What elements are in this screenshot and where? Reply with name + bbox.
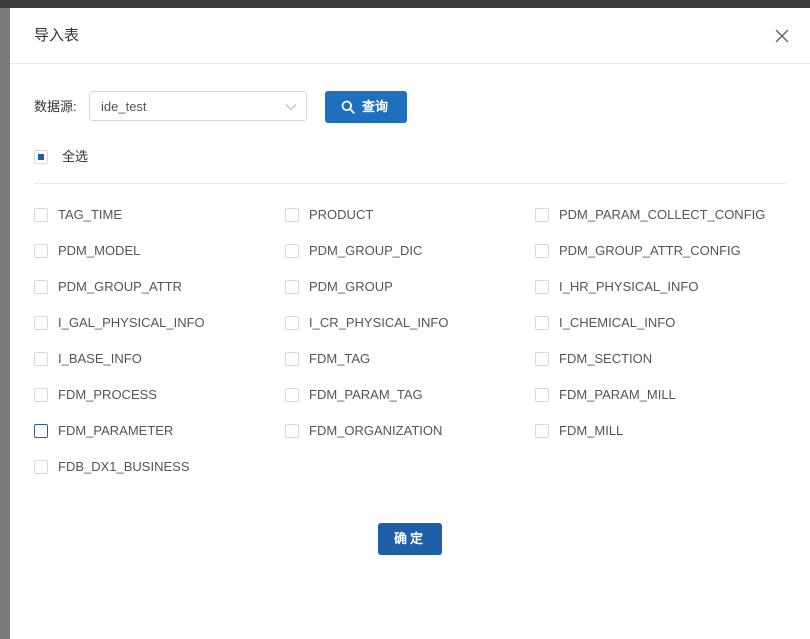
- table-checkbox-label: FDM_ORGANIZATION: [309, 423, 443, 438]
- table-checkbox-label: FDM_PARAM_MILL: [559, 387, 676, 402]
- table-checkbox-label: PRODUCT: [309, 207, 374, 222]
- import-table-dialog: 导入表 数据源: ide_test 查询 全选 TAG_TIME PRODUCT: [10, 8, 810, 639]
- chevron-down-icon: [285, 104, 297, 111]
- table-checkbox[interactable]: [285, 208, 299, 222]
- table-checkbox-label: PDM_GROUP_DIC: [309, 243, 423, 258]
- table-checkbox[interactable]: [535, 244, 549, 258]
- table-checkbox[interactable]: [34, 316, 48, 330]
- table-checkbox[interactable]: [34, 424, 48, 438]
- table-checkbox[interactable]: [285, 388, 299, 402]
- table-checkbox-label: PDM_MODEL: [58, 243, 141, 258]
- table-checkbox[interactable]: [535, 424, 549, 438]
- table-checkbox[interactable]: [34, 208, 48, 222]
- table-checkbox-label: FDM_SECTION: [559, 351, 653, 366]
- table-checkbox[interactable]: [34, 280, 48, 294]
- select-all-box[interactable]: [34, 150, 48, 164]
- table-checkbox[interactable]: [285, 244, 299, 258]
- table-checkbox[interactable]: [285, 280, 299, 294]
- table-checkbox-label: FDB_DX1_BUSINESS: [58, 459, 190, 474]
- close-icon: [775, 29, 789, 43]
- table-checkbox-label: I_BASE_INFO: [58, 351, 142, 366]
- table-checkbox-label: TAG_TIME: [58, 207, 123, 222]
- select-all-label: 全选: [62, 149, 89, 164]
- datasource-selected-value: ide_test: [101, 99, 147, 114]
- table-checkbox-label: FDM_MILL: [559, 423, 624, 438]
- app-top-bar: [0, 0, 810, 8]
- table-checkbox-label: FDM_PARAM_TAG: [309, 387, 423, 402]
- table-checkbox-label: PDM_GROUP_ATTR_CONFIG: [559, 243, 741, 258]
- table-checkbox-label: I_CR_PHYSICAL_INFO: [309, 315, 449, 330]
- table-checkbox-label: FDM_PARAMETER: [58, 423, 174, 438]
- table-checkbox[interactable]: [34, 460, 48, 474]
- table-checkbox[interactable]: [285, 316, 299, 330]
- table-checkbox[interactable]: [285, 352, 299, 366]
- datasource-select[interactable]: ide_test: [89, 91, 307, 121]
- query-button-label: 查询: [362, 99, 389, 114]
- datasource-label: 数据源:: [34, 99, 77, 114]
- table-checkbox[interactable]: [535, 316, 549, 330]
- close-button[interactable]: [770, 24, 794, 48]
- table-checkbox[interactable]: [34, 244, 48, 258]
- table-checkbox-label: FDM_TAG: [309, 351, 371, 366]
- modal-backdrop: [0, 8, 10, 639]
- confirm-button-label: 确定: [393, 531, 426, 546]
- table-checkbox[interactable]: [535, 352, 549, 366]
- table-checkbox[interactable]: [535, 280, 549, 294]
- table-checkbox[interactable]: [535, 388, 549, 402]
- dialog-header: 导入表: [10, 8, 810, 64]
- query-button[interactable]: 查询: [325, 91, 407, 123]
- confirm-button[interactable]: 确定: [378, 523, 442, 555]
- divider: [34, 183, 786, 184]
- dialog-title: 导入表: [34, 27, 80, 44]
- table-checkbox[interactable]: [535, 208, 549, 222]
- table-checkbox-label: I_GAL_PHYSICAL_INFO: [58, 315, 205, 330]
- table-checkbox[interactable]: [34, 352, 48, 366]
- table-checkbox-label: FDM_PROCESS: [58, 387, 157, 402]
- search-icon: [341, 100, 355, 114]
- table-checkbox-label: I_HR_PHYSICAL_INFO: [559, 279, 699, 294]
- table-checkbox-label: PDM_GROUP: [309, 279, 393, 294]
- table-checkbox-label: PDM_GROUP_ATTR: [58, 279, 182, 294]
- table-checkbox[interactable]: [285, 424, 299, 438]
- table-checkbox-label: PDM_PARAM_COLLECT_CONFIG: [559, 207, 766, 222]
- table-checkbox[interactable]: [34, 388, 48, 402]
- table-checkbox-label: I_CHEMICAL_INFO: [559, 315, 676, 330]
